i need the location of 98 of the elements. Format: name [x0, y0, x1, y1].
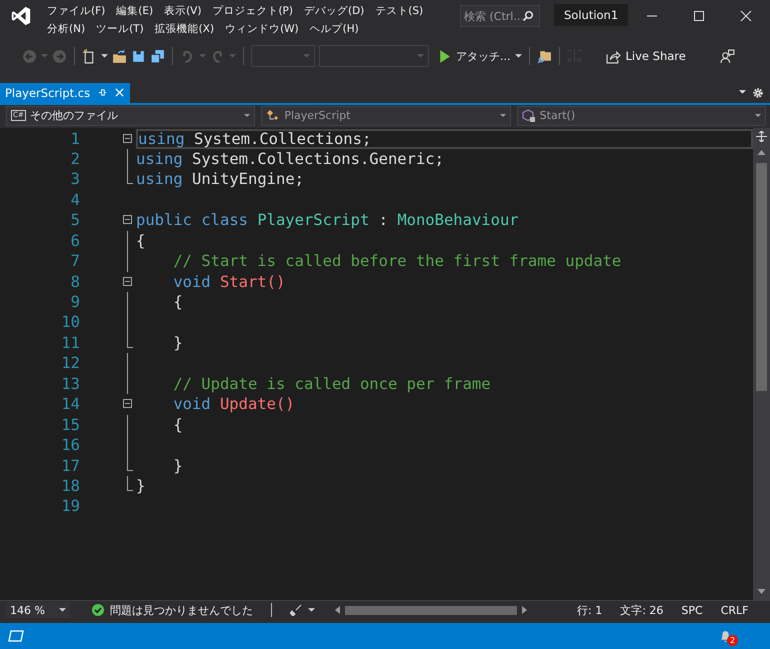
scroll-right-icon[interactable]	[522, 606, 527, 614]
share-icon	[606, 48, 620, 64]
line-number: 8	[70, 272, 80, 292]
notification-badge: 2	[727, 634, 738, 646]
bell-icon[interactable]	[719, 630, 732, 643]
line-number: 19	[60, 496, 80, 517]
menu-item[interactable]: 表示(V)	[159, 2, 208, 20]
line-number: 11	[60, 332, 80, 354]
caret-icon[interactable]	[739, 90, 746, 96]
caret-icon	[500, 114, 506, 118]
char-indicator[interactable]: 文字: 26	[620, 602, 664, 618]
line-number: 10	[60, 312, 80, 333]
line-number: 7	[70, 251, 80, 272]
live-share-button[interactable]: Live Share	[606, 48, 686, 64]
caret-icon	[59, 608, 66, 613]
line-number: 16	[60, 435, 80, 456]
code-line: }	[136, 476, 146, 496]
caret-icon	[754, 114, 761, 118]
check-icon	[92, 604, 104, 616]
attach-button[interactable]: アタッチ...	[456, 48, 510, 64]
menu-item[interactable]: 編集(E)	[111, 2, 160, 20]
line-number: 12	[60, 353, 80, 374]
line-number: 3	[70, 169, 80, 190]
code-line: // Update is called once per frame	[172, 374, 491, 394]
scroll-down-icon[interactable]	[757, 588, 766, 594]
collapse-icon[interactable]	[123, 399, 132, 408]
code-line: void Update()	[172, 394, 295, 415]
solution-name: Solution1	[554, 4, 628, 26]
code-line: using UnityEngine;	[136, 169, 304, 190]
class-icon	[266, 108, 280, 123]
code-line: }	[172, 456, 183, 476]
line-number: 18	[60, 476, 80, 496]
settings-icon[interactable]	[752, 86, 764, 99]
navigation-dropdown[interactable]: PlayerScript	[261, 106, 511, 126]
line-number: 17	[60, 456, 80, 476]
open-folder-icon[interactable]	[112, 48, 127, 64]
issues-status[interactable]: 問題は見つかりませんでした	[110, 602, 253, 618]
play-icon[interactable]	[437, 48, 452, 64]
line-ending-indicator[interactable]: CRLF	[720, 604, 748, 617]
logo-icon	[10, 5, 32, 27]
menu-item[interactable]: ツール(T)	[91, 20, 150, 38]
code-line: // Start is called before the first frame update	[172, 251, 622, 272]
scroll-thumb[interactable]	[345, 606, 517, 615]
code-line: {	[172, 414, 183, 436]
line-number: 4	[70, 190, 80, 210]
collapse-icon[interactable]	[123, 134, 132, 143]
caret-icon[interactable]	[308, 608, 315, 613]
menu-item[interactable]: 拡張機能(X)	[150, 20, 220, 38]
caret-icon	[244, 114, 250, 118]
vertical-scrollbar[interactable]	[753, 128, 770, 600]
line-number: 9	[70, 292, 80, 312]
line-number: 14	[60, 394, 80, 415]
scroll-thumb[interactable]	[756, 162, 767, 391]
file-tab[interactable]: PlayerScript.cs	[0, 82, 130, 103]
menu-item[interactable]: ファイル(F)	[42, 2, 112, 20]
method-icon	[522, 108, 536, 123]
code-line: }	[172, 332, 183, 354]
code-line: using System.Collections.Generic;	[136, 148, 444, 170]
search-icon	[522, 10, 534, 22]
line-number: 13	[60, 374, 80, 394]
scroll-up-icon[interactable]	[757, 150, 766, 155]
menu-item[interactable]: 分析(N)	[42, 20, 92, 38]
menu-item[interactable]: ヘルプ(H)	[304, 20, 365, 38]
collapse-icon[interactable]	[123, 276, 132, 286]
menu-item[interactable]: プロジェクト(P)	[207, 2, 299, 20]
line-number: 1	[70, 128, 80, 149]
line-number: 15	[60, 414, 80, 436]
caret-icon[interactable]	[101, 54, 108, 59]
code-line: {	[136, 230, 146, 252]
indent-indicator[interactable]: SPC	[681, 604, 703, 617]
line-number: 6	[70, 230, 80, 252]
maximize-icon[interactable]	[693, 10, 705, 22]
close-icon[interactable]	[740, 10, 752, 22]
menu-item[interactable]: デバッグ(D)	[298, 2, 370, 20]
zoom-dropdown[interactable]: 146 %	[6, 602, 70, 618]
code-line: void Start()	[172, 272, 286, 292]
code-line: {	[172, 292, 183, 312]
feedback-icon[interactable]	[720, 48, 735, 64]
line-indicator[interactable]: 行: 1	[577, 602, 602, 618]
menu-item[interactable]: テスト(S)	[370, 2, 430, 20]
code-line: public class PlayerScript : MonoBehaviour	[136, 210, 519, 231]
collapse-icon[interactable]	[123, 215, 132, 224]
menu-item[interactable]: ウィンドウ(W)	[220, 20, 305, 38]
scroll-left-icon[interactable]	[335, 606, 340, 614]
pin-icon[interactable]	[98, 88, 108, 98]
folder-search-icon[interactable]	[536, 48, 552, 64]
caret-icon[interactable]	[514, 54, 522, 59]
save-all-icon[interactable]	[150, 48, 165, 64]
brush-icon[interactable]	[290, 604, 302, 616]
line-number: 5	[70, 210, 80, 231]
code-line: using System.Collections;	[138, 130, 372, 147]
save-icon[interactable]	[131, 48, 146, 64]
status-icon[interactable]	[8, 630, 24, 642]
caret-icon	[303, 54, 310, 59]
navigation-dropdown[interactable]: Start()	[516, 106, 766, 126]
caret-icon	[417, 54, 424, 59]
line-number: 2	[70, 148, 80, 170]
split-icon[interactable]	[756, 130, 767, 142]
